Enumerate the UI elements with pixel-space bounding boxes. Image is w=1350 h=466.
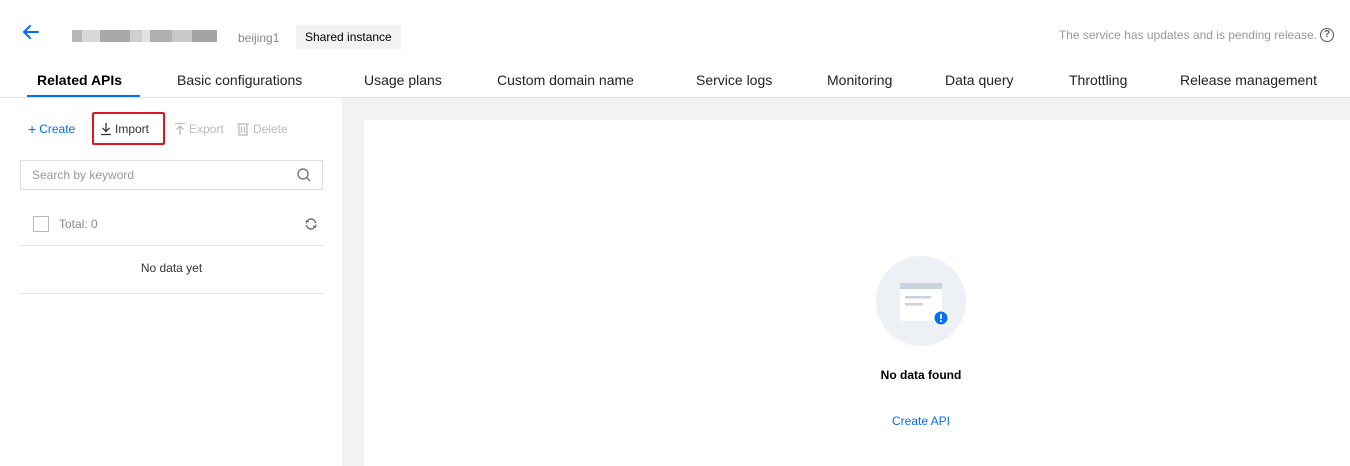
plus-icon: + [28, 121, 37, 137]
tab-data-query[interactable]: Data query [945, 72, 1013, 88]
select-all-checkbox[interactable] [33, 216, 49, 232]
tab-service-logs[interactable]: Service logs [696, 72, 772, 88]
active-tab-indicator [27, 95, 140, 97]
create-api-link[interactable]: Create API [820, 414, 1022, 428]
refresh-icon[interactable] [303, 216, 319, 232]
back-arrow-icon[interactable] [22, 24, 40, 40]
service-tabs: Related APIs Basic configurations Usage … [0, 62, 1350, 98]
search-field [20, 160, 323, 190]
tab-monitoring[interactable]: Monitoring [827, 72, 892, 88]
search-icon[interactable] [296, 167, 312, 183]
tab-usage-plans[interactable]: Usage plans [364, 72, 442, 88]
upload-icon [175, 122, 185, 135]
import-button[interactable]: Import [100, 122, 149, 136]
export-button[interactable]: Export [174, 122, 224, 136]
tab-basic-configurations[interactable]: Basic configurations [177, 72, 302, 88]
api-list-panel: + Create Import Export Delete Search by … [0, 98, 342, 466]
search-input[interactable] [21, 161, 281, 189]
page-header: beijing1 Shared instance The service has… [0, 0, 1350, 62]
tab-custom-domain-name[interactable]: Custom domain name [497, 72, 634, 88]
pending-release-note: The service has updates and is pending r… [1059, 28, 1334, 42]
create-button[interactable]: + Create [28, 122, 75, 136]
region-label: beijing1 [238, 31, 280, 45]
instance-type-badge: Shared instance [296, 25, 401, 49]
total-count: Total: 0 [59, 217, 98, 231]
tab-throttling[interactable]: Throttling [1069, 72, 1127, 88]
empty-state-title: No data found [880, 368, 962, 382]
delete-button[interactable]: Delete [236, 122, 288, 136]
empty-state-icon [876, 256, 966, 346]
service-name-redacted [72, 30, 217, 42]
question-circle-icon[interactable]: ? [1320, 28, 1334, 42]
create-label: Create [39, 122, 76, 136]
export-label: Export [189, 122, 224, 136]
tab-related-apis[interactable]: Related APIs [37, 72, 122, 88]
delete-label: Delete [253, 122, 288, 136]
download-icon [101, 123, 111, 136]
tab-release-management[interactable]: Release management [1180, 72, 1317, 88]
trash-icon [237, 123, 249, 136]
pending-release-text: The service has updates and is pending r… [1058, 28, 1317, 42]
list-header: Total: 0 [20, 206, 323, 246]
list-empty-message: No data yet [20, 246, 323, 294]
import-label: Import [115, 122, 150, 136]
